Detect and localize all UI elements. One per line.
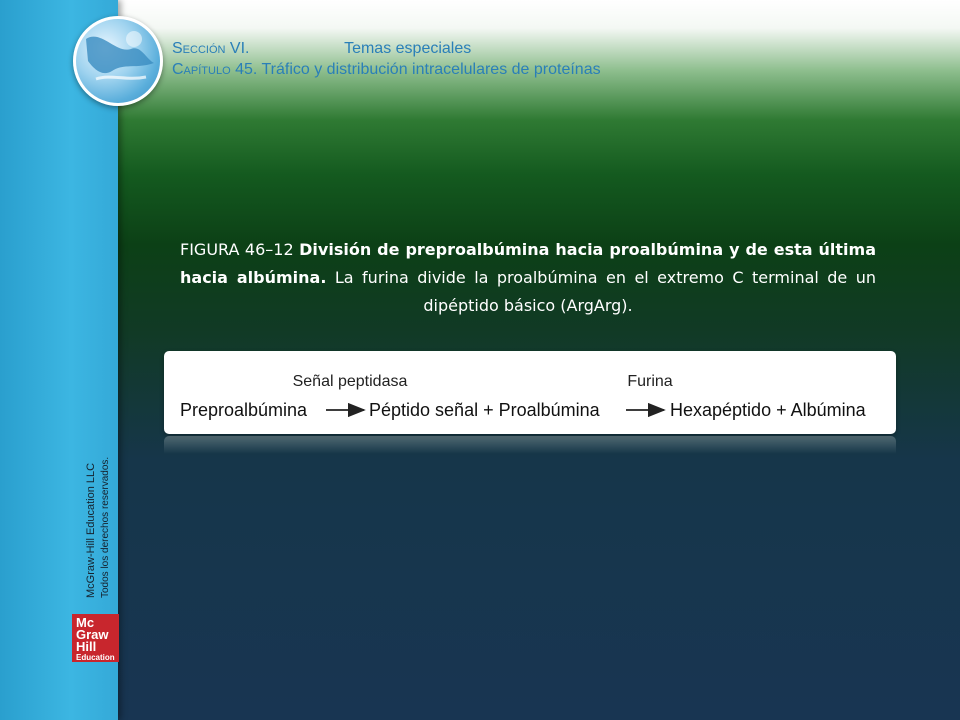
reaction-diagram-panel: Señal peptidasa Furina Preproalbúmina Pé… xyxy=(164,351,896,434)
panel-reflection xyxy=(164,436,896,466)
substrate-label: Preproalbúmina xyxy=(180,400,308,420)
left-sidebar xyxy=(0,0,118,720)
section-title: Temas especiales xyxy=(344,40,472,57)
copyright-line-2: Todos los derechos reservados. xyxy=(100,457,111,598)
header: Sección VI. Temas especiales Capítulo 45… xyxy=(172,38,601,80)
publisher-logo-line-3: Hill xyxy=(76,639,97,654)
section-logo-icon xyxy=(73,16,163,106)
figure-number: FIGURA 46–12 xyxy=(180,240,294,259)
publisher-logo: Mc Graw Hill Education xyxy=(72,614,119,662)
products-label: Hexapéptido + Albúmina xyxy=(670,400,867,420)
enzyme-2-label: Furina xyxy=(627,373,672,390)
copyright-line-1: McGraw-Hill Education LLC xyxy=(85,463,97,598)
copyright-notice: McGraw-Hill Education LLC Todos los dere… xyxy=(84,440,118,600)
intermediate-label: Péptido señal + Proalbúmina xyxy=(369,400,601,420)
chapter-title: Tráfico y distribución intracelulares de… xyxy=(261,61,601,78)
figure-caption: FIGURA 46–12 División de preproalbúmina … xyxy=(180,236,876,320)
figure-description: La furina divide la proalbúmina en el ex… xyxy=(334,268,876,315)
chapter-label: Capítulo 45. xyxy=(172,61,258,78)
publisher-logo-line-4: Education xyxy=(76,653,115,662)
section-label: Sección VI. xyxy=(172,40,250,57)
enzyme-1-label: Señal peptidasa xyxy=(293,373,408,390)
